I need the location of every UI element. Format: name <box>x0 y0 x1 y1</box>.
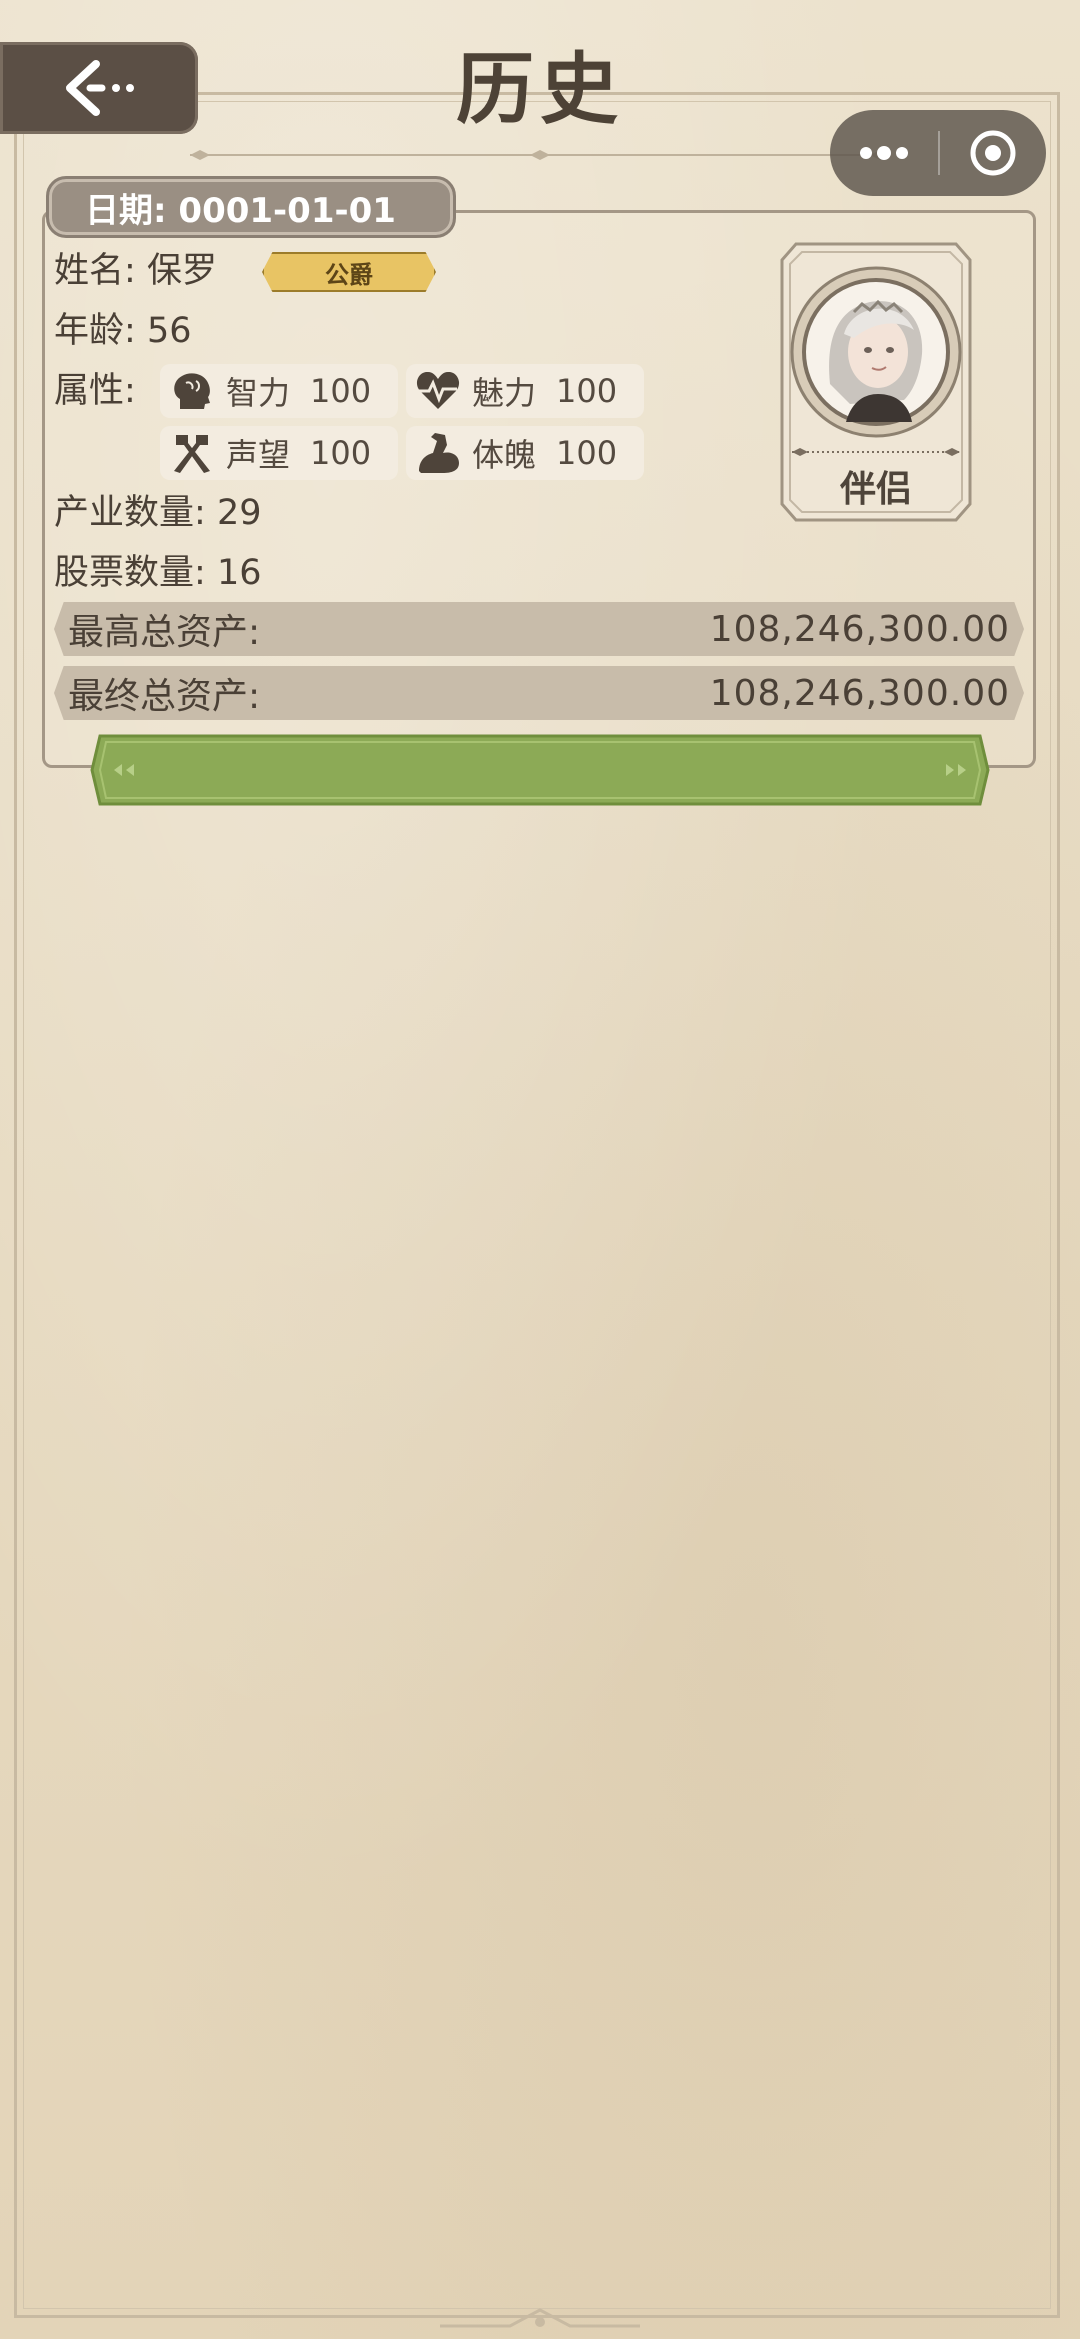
industry-count-label: 产业数量: <box>54 493 206 533</box>
age-label: 年龄: <box>54 311 136 351</box>
attribute-value: 100 <box>556 372 618 410</box>
name-label: 姓名: <box>54 251 136 291</box>
attribute-charm: 魅力 100 <box>406 364 644 418</box>
more-dots-icon <box>860 146 908 160</box>
expand-bar[interactable] <box>90 732 990 808</box>
attribute-value: 100 <box>556 434 618 472</box>
bottom-ornament <box>440 2308 640 2328</box>
name-row: 姓名: 保罗 <box>54 246 217 296</box>
stock-count-label: 股票数量: <box>54 553 206 593</box>
stock-count-value: 16 <box>216 553 262 593</box>
date-tab: 日期: 0001-01-01 <box>46 176 456 238</box>
partner-label: 伴侣 <box>839 468 912 510</box>
attribute-prestige: 声望 100 <box>160 426 398 480</box>
name-value: 保罗 <box>146 251 217 291</box>
noble-title-badge: 公爵 <box>262 252 436 292</box>
attribute-value: 100 <box>310 372 372 410</box>
attribute-label: 智力 <box>226 374 291 412</box>
attribute-intelligence: 智力 100 <box>160 364 398 418</box>
attribute-value: 100 <box>310 434 372 472</box>
attribute-physique: 体魄 100 <box>406 426 644 480</box>
stock-count-row: 股票数量: 16 <box>54 548 261 598</box>
final-total-assets-label: 最终总资产: <box>68 676 261 717</box>
industry-count-row: 产业数量: 29 <box>54 488 261 538</box>
attribute-label: 体魄 <box>472 436 537 474</box>
final-total-assets-bar: 最终总资产: 108,246,300.00 <box>54 666 1024 720</box>
target-close-icon <box>970 130 1016 176</box>
final-total-assets-value: 108,246,300.00 <box>709 672 1010 714</box>
max-total-assets-value: 108,246,300.00 <box>709 608 1010 650</box>
brain-icon <box>168 367 216 415</box>
age-row: 年龄: 56 <box>54 306 191 356</box>
attribute-label: 声望 <box>226 436 291 474</box>
more-options-button[interactable] <box>830 110 938 196</box>
record-date: 日期: 0001-01-01 <box>85 190 396 231</box>
attribute-label: 魅力 <box>472 374 537 412</box>
max-total-assets-label: 最高总资产: <box>68 612 261 653</box>
flexed-arm-icon <box>414 429 462 477</box>
heartbeat-icon <box>414 367 462 415</box>
close-mini-program-button[interactable] <box>940 110 1046 196</box>
attributes-label: 属性: <box>54 371 136 411</box>
age-value: 56 <box>146 311 192 351</box>
max-total-assets-bar: 最高总资产: 108,246,300.00 <box>54 602 1024 656</box>
title-divider <box>190 150 890 160</box>
mini-program-capsule <box>830 110 1046 196</box>
crossed-hammers-icon <box>168 429 216 477</box>
industry-count-value: 29 <box>216 493 262 533</box>
